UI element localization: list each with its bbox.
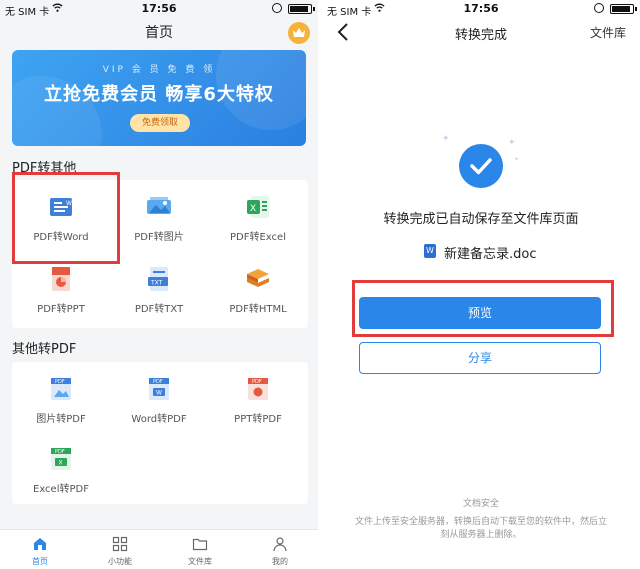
tab-label: 首页 [32, 557, 48, 566]
free-claim-button[interactable]: 免费领取 [130, 114, 190, 132]
tool-label: Word转PDF [131, 414, 187, 425]
page-title: 首页 [145, 25, 173, 41]
battery-icon [288, 4, 315, 14]
svg-text:PDF: PDF [153, 379, 163, 385]
vip-crown-button[interactable] [288, 22, 310, 44]
svg-text:W: W [156, 390, 162, 397]
clock: 17:56 [141, 2, 177, 15]
other-to-pdf-card: PDF 图片转PDF PDF W Word转PDF PDF PPT转PDF PDF… [12, 362, 308, 504]
excel-to-pdf-icon: PDF X [51, 448, 71, 470]
tab-profile[interactable]: 我的 [240, 530, 318, 569]
home-screen: 无 SIM 卡 17:56 首页 VIP 会 员 免 费 领 立抢免费会员 畅享… [0, 0, 318, 569]
tool-pdf-to-ppt[interactable]: PDF转PPT [12, 256, 110, 322]
tool-label: PDF转TXT [134, 304, 184, 315]
file-library-link[interactable]: 文件库 [590, 24, 626, 41]
share-button[interactable]: 分享 [359, 342, 601, 374]
tool-image-to-pdf[interactable]: PDF 图片转PDF [12, 366, 110, 432]
image-icon [147, 197, 171, 214]
highlight-box-pdf-to-word [12, 172, 120, 264]
sparkle-icon: ✦ [442, 134, 450, 144]
tool-label: PDF转HTML [229, 304, 287, 315]
status-bar: 无 SIM 卡 17:56 [0, 0, 318, 18]
person-icon [273, 537, 287, 552]
clock: 17:56 [463, 2, 499, 15]
svg-text:X: X [250, 204, 256, 214]
folder-icon [192, 538, 208, 551]
conversion-result-screen: 无 SIM 卡 17:56 转换完成 文件库 ✦ ✦ ✦ 转换完成已自动保存至文… [322, 0, 640, 569]
svg-text:PDF: PDF [55, 449, 65, 455]
word-doc-icon: W [424, 244, 436, 258]
alarm-icon [594, 3, 604, 13]
tab-label: 我的 [272, 557, 288, 566]
tool-pdf-to-image[interactable]: PDF转图片 [110, 184, 208, 250]
svg-text:X: X [59, 460, 63, 467]
svg-text:TXT: TXT [150, 280, 163, 287]
tab-label: 小功能 [108, 557, 132, 566]
status-bar: 无 SIM 卡 17:56 [322, 0, 640, 18]
tool-word-to-pdf[interactable]: PDF W Word转PDF [110, 366, 208, 432]
tool-label: Excel转PDF [33, 484, 89, 495]
tool-label: 图片转PDF [36, 414, 86, 425]
tool-label: PPT转PDF [234, 414, 282, 425]
tool-excel-to-pdf[interactable]: PDF X Excel转PDF [12, 436, 110, 502]
excel-icon: X [247, 196, 269, 218]
sparkle-icon: ✦ [508, 138, 516, 148]
tool-pdf-to-excel[interactable]: X PDF转Excel [209, 184, 307, 250]
highlight-box-preview [352, 280, 614, 337]
alarm-icon [272, 3, 282, 13]
tab-home[interactable]: 首页 [0, 530, 80, 569]
ppt-to-pdf-icon: PDF [248, 378, 268, 400]
security-description: 文件上传至安全服务器，转换后自动下载至您的软件中，然后立刻从服务器上删除。 [354, 517, 607, 540]
tool-label: PDF转Excel [230, 232, 286, 243]
security-title: 文档安全 [462, 499, 499, 509]
image-to-pdf-icon: PDF [51, 378, 71, 400]
tool-pdf-to-html[interactable]: PDF转HTML [209, 256, 307, 322]
home-icon [34, 538, 46, 550]
txt-icon: TXT [148, 267, 168, 291]
check-circle-icon [459, 144, 503, 188]
success-badge [455, 140, 507, 192]
crown-icon [293, 28, 305, 37]
grid-icon [112, 536, 128, 552]
tab-file-library[interactable]: 文件库 [160, 530, 240, 569]
tool-ppt-to-pdf[interactable]: PDF PPT转PDF [209, 366, 307, 432]
sparkle-icon: ✦ [514, 156, 520, 163]
ppt-icon [52, 267, 70, 291]
conversion-message: 转换完成已自动保存至文件库页面 [383, 212, 579, 227]
banner-headline: 立抢免费会员 畅享6大特权 [44, 84, 274, 105]
tool-label: PDF转PPT [37, 304, 85, 315]
html-icon [247, 269, 269, 287]
vip-banner[interactable]: VIP 会 员 免 费 领 立抢免费会员 畅享6大特权 免费领取 [12, 50, 306, 146]
banner-subtitle: VIP 会 员 免 费 领 [102, 65, 216, 75]
tab-tools[interactable]: 小功能 [80, 530, 160, 569]
svg-text:PDF: PDF [55, 379, 65, 385]
svg-text:PDF: PDF [252, 379, 262, 385]
tool-pdf-to-txt[interactable]: TXT PDF转TXT [110, 256, 208, 322]
file-name: 新建备忘录.doc [444, 247, 537, 262]
battery-icon [610, 4, 637, 14]
word-to-pdf-icon: PDF W [149, 378, 169, 400]
bottom-tab-bar: 首页 小功能 文件库 我的 [0, 529, 318, 569]
tab-label: 文件库 [188, 557, 212, 566]
tool-label: PDF转图片 [134, 232, 184, 243]
section-title-other-to-pdf: 其他转PDF [12, 342, 77, 357]
